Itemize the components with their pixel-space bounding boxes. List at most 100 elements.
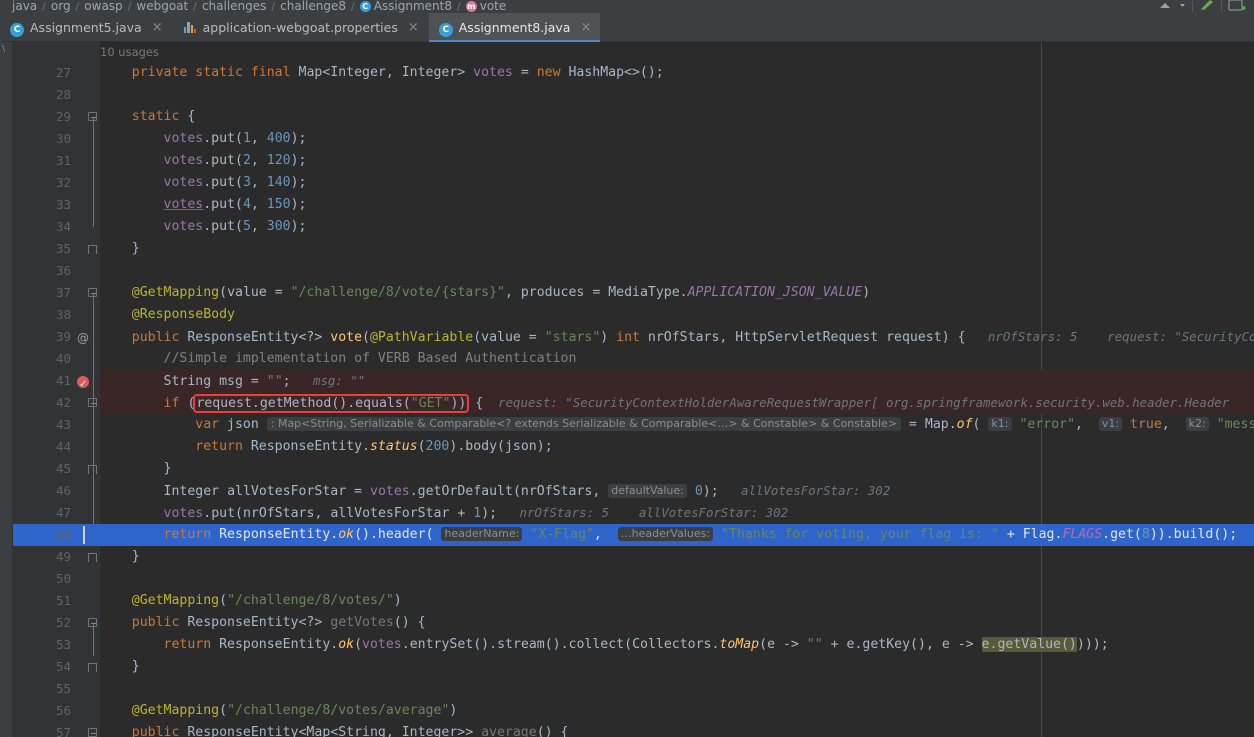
code-line-45[interactable]: 45 } <box>13 458 1254 480</box>
code-line-51[interactable]: 51 @GetMapping("/challenge/8/votes/") <box>13 590 1254 612</box>
code-line-28[interactable]: 28 <box>13 84 1254 106</box>
code-line-38[interactable]: 38 @ResponseBody <box>13 304 1254 326</box>
code-text[interactable] <box>100 260 1254 282</box>
code-line-36[interactable]: 36 <box>13 260 1254 282</box>
fold-end-icon[interactable] <box>88 656 100 678</box>
code-text[interactable]: votes.put(3, 140); <box>100 172 1254 194</box>
code-text[interactable] <box>100 568 1254 590</box>
fold-end-icon[interactable] <box>88 238 100 260</box>
code-line-27[interactable]: 27 private static final Map<Integer, Int… <box>13 62 1254 84</box>
code-line-43[interactable]: 43 var json : Map<String, Serializable &… <box>13 414 1254 436</box>
annotation-gutter-icon[interactable]: @ <box>75 326 91 348</box>
code-line-30[interactable]: 30 votes.put(1, 400); <box>13 128 1254 150</box>
code-line-52[interactable]: 52 public ResponseEntity<?> getVotes() { <box>13 612 1254 656</box>
code-line-35[interactable]: 35 } <box>13 238 1254 260</box>
code-line-39[interactable]: 39 @ public ResponseEntity<?> vote(@Path… <box>13 326 1254 348</box>
fold-marker-icon[interactable] <box>88 106 100 227</box>
code-text[interactable]: private static final Map<Integer, Intege… <box>100 62 1254 84</box>
code-line-57[interactable]: 57 public ResponseEntity<Map<String, Int… <box>13 722 1254 737</box>
upload-icon[interactable] <box>1157 0 1173 13</box>
tab-assignment5-java[interactable]: C Assignment5.java × <box>0 13 173 41</box>
code-text[interactable]: @GetMapping("/challenge/8/votes/average"… <box>100 700 1254 722</box>
breadcrumb-item-org[interactable]: org <box>51 0 71 13</box>
code-line-47[interactable]: 47 votes.put(nrOfStars, allVotesForStar … <box>13 502 1254 524</box>
code-line-42[interactable]: 42 if (request.getMethod().equals("GET")… <box>13 392 1254 458</box>
code-line-32[interactable]: 32 votes.put(3, 140); <box>13 172 1254 194</box>
inlay-param-headervalues[interactable]: …headerValues: <box>617 527 714 541</box>
code-text[interactable]: } <box>100 458 1254 480</box>
inlay-param-v1[interactable]: v1: <box>1098 417 1123 431</box>
close-icon[interactable]: × <box>408 21 419 34</box>
usages-hint[interactable]: 10 usages <box>100 45 159 59</box>
fold-marker-icon[interactable] <box>88 612 100 656</box>
code-text[interactable] <box>100 678 1254 700</box>
code-text[interactable]: String msg = ""; msg: "" <box>100 370 1254 392</box>
chevron-down-icon[interactable] <box>1179 0 1186 13</box>
code-line-41[interactable]: 41 String msg = ""; msg: "" <box>13 370 1254 396</box>
code-line-37[interactable]: 37 @GetMapping(value = "/challenge/8/vot… <box>13 282 1254 533</box>
breakpoint-icon[interactable] <box>75 370 91 396</box>
breadcrumb-item-owasp[interactable]: owasp <box>84 0 122 13</box>
breadcrumb-item-assignment8[interactable]: Assignment8 <box>374 0 452 13</box>
breadcrumb-item-webgoat[interactable]: webgoat <box>136 0 188 13</box>
code-text[interactable]: } <box>100 238 1254 260</box>
code-text[interactable]: } <box>100 656 1254 678</box>
breadcrumb[interactable]: java / org / owasp / webgoat / challenge… <box>0 0 1254 13</box>
code-text[interactable]: public ResponseEntity<?> vote(@PathVaria… <box>100 326 1254 348</box>
code-text[interactable]: return ResponseEntity.ok().header( heade… <box>100 524 1254 546</box>
code-line-55[interactable]: 55 <box>13 678 1254 700</box>
code-line-48[interactable]: 48 return ResponseEntity.ok().header( he… <box>13 524 1254 546</box>
code-line-33[interactable]: 33 votes.put(4, 150); <box>13 194 1254 216</box>
tool-window-handle-icon[interactable]: \ <box>2 44 10 54</box>
code-text[interactable]: votes.put(1, 400); <box>100 128 1254 150</box>
close-icon[interactable]: × <box>152 21 163 34</box>
breadcrumb-item-challenge8[interactable]: challenge8 <box>280 0 346 13</box>
code-text[interactable]: return ResponseEntity.status(200).body(j… <box>100 436 1254 458</box>
editor-tab-bar[interactable]: C Assignment5.java × application-webgoat… <box>0 13 1254 42</box>
inlay-param-k1[interactable]: k1: <box>988 417 1012 431</box>
code-editor[interactable]: 10 usages 27 private static final Map<In… <box>13 42 1254 737</box>
inlay-param-defaultvalue[interactable]: defaultValue: <box>608 484 687 498</box>
code-text[interactable]: static { <box>100 106 1254 128</box>
fold-marker-icon[interactable] <box>88 392 100 458</box>
code-text[interactable]: @ResponseBody <box>100 304 1254 326</box>
fold-marker-icon[interactable] <box>88 722 100 737</box>
code-text[interactable]: if (request.getMethod().equals("GET")) {… <box>100 392 1254 414</box>
inlay-param-k2[interactable]: k2: <box>1185 417 1209 431</box>
fold-marker-icon[interactable] <box>88 282 100 533</box>
close-icon[interactable]: × <box>580 21 591 34</box>
code-text[interactable]: @GetMapping(value = "/challenge/8/vote/{… <box>100 282 1254 304</box>
code-text[interactable]: return ResponseEntity.ok(votes.entrySet(… <box>100 634 1254 656</box>
breadcrumb-item-java[interactable]: java <box>12 0 37 13</box>
tab-assignment8-java[interactable]: C Assignment8.java × <box>428 13 602 42</box>
breadcrumb-item-challenges[interactable]: challenges <box>202 0 266 13</box>
code-line-56[interactable]: 56 @GetMapping("/challenge/8/votes/avera… <box>13 700 1254 722</box>
code-line-53[interactable]: 53 return ResponseEntity.ok(votes.entryS… <box>13 634 1254 656</box>
tab-application-webgoat-properties[interactable]: application-webgoat.properties × <box>172 13 429 41</box>
inlay-type-hint[interactable]: : Map<String, Serializable & Comparable<… <box>266 417 902 431</box>
code-text[interactable]: public ResponseEntity<Map<String, Intege… <box>100 722 1254 737</box>
code-text[interactable]: votes.put(4, 150); <box>100 194 1254 216</box>
code-text[interactable]: public ResponseEntity<?> getVotes() { <box>100 612 1254 634</box>
code-line-49[interactable]: 49 } <box>13 546 1254 568</box>
code-text[interactable]: votes.put(2, 120); <box>100 150 1254 172</box>
code-text[interactable]: votes.put(5, 300); <box>100 216 1254 238</box>
code-line-31[interactable]: 31 votes.put(2, 120); <box>13 150 1254 172</box>
code-line-29[interactable]: 29 static { <box>13 106 1254 227</box>
left-tool-window-strip[interactable]: \ <box>0 42 13 737</box>
code-text[interactable]: //Simple implementation of VERB Based Au… <box>100 348 1254 370</box>
code-text[interactable]: votes.put(nrOfStars, allVotesForStar + 1… <box>100 502 1254 524</box>
search-everywhere-icon[interactable] <box>1228 0 1250 13</box>
fold-end-icon[interactable] <box>88 458 100 480</box>
code-text[interactable] <box>100 84 1254 106</box>
inlay-param-headername[interactable]: headerName: <box>441 527 523 541</box>
code-line-50[interactable]: 50 <box>13 568 1254 590</box>
code-text[interactable]: var json : Map<String, Serializable & Co… <box>100 414 1254 436</box>
code-line-46[interactable]: 46 Integer allVotesForStar = votes.getOr… <box>13 480 1254 502</box>
code-text[interactable]: Integer allVotesForStar = votes.getOrDef… <box>100 480 1254 502</box>
wrench-icon[interactable] <box>1199 0 1215 13</box>
code-line-54[interactable]: 54 } <box>13 656 1254 678</box>
code-line-44[interactable]: 44 return ResponseEntity.status(200).bod… <box>13 436 1254 458</box>
fold-end-icon[interactable] <box>88 546 100 568</box>
code-line-40[interactable]: 40 //Simple implementation of VERB Based… <box>13 348 1254 370</box>
